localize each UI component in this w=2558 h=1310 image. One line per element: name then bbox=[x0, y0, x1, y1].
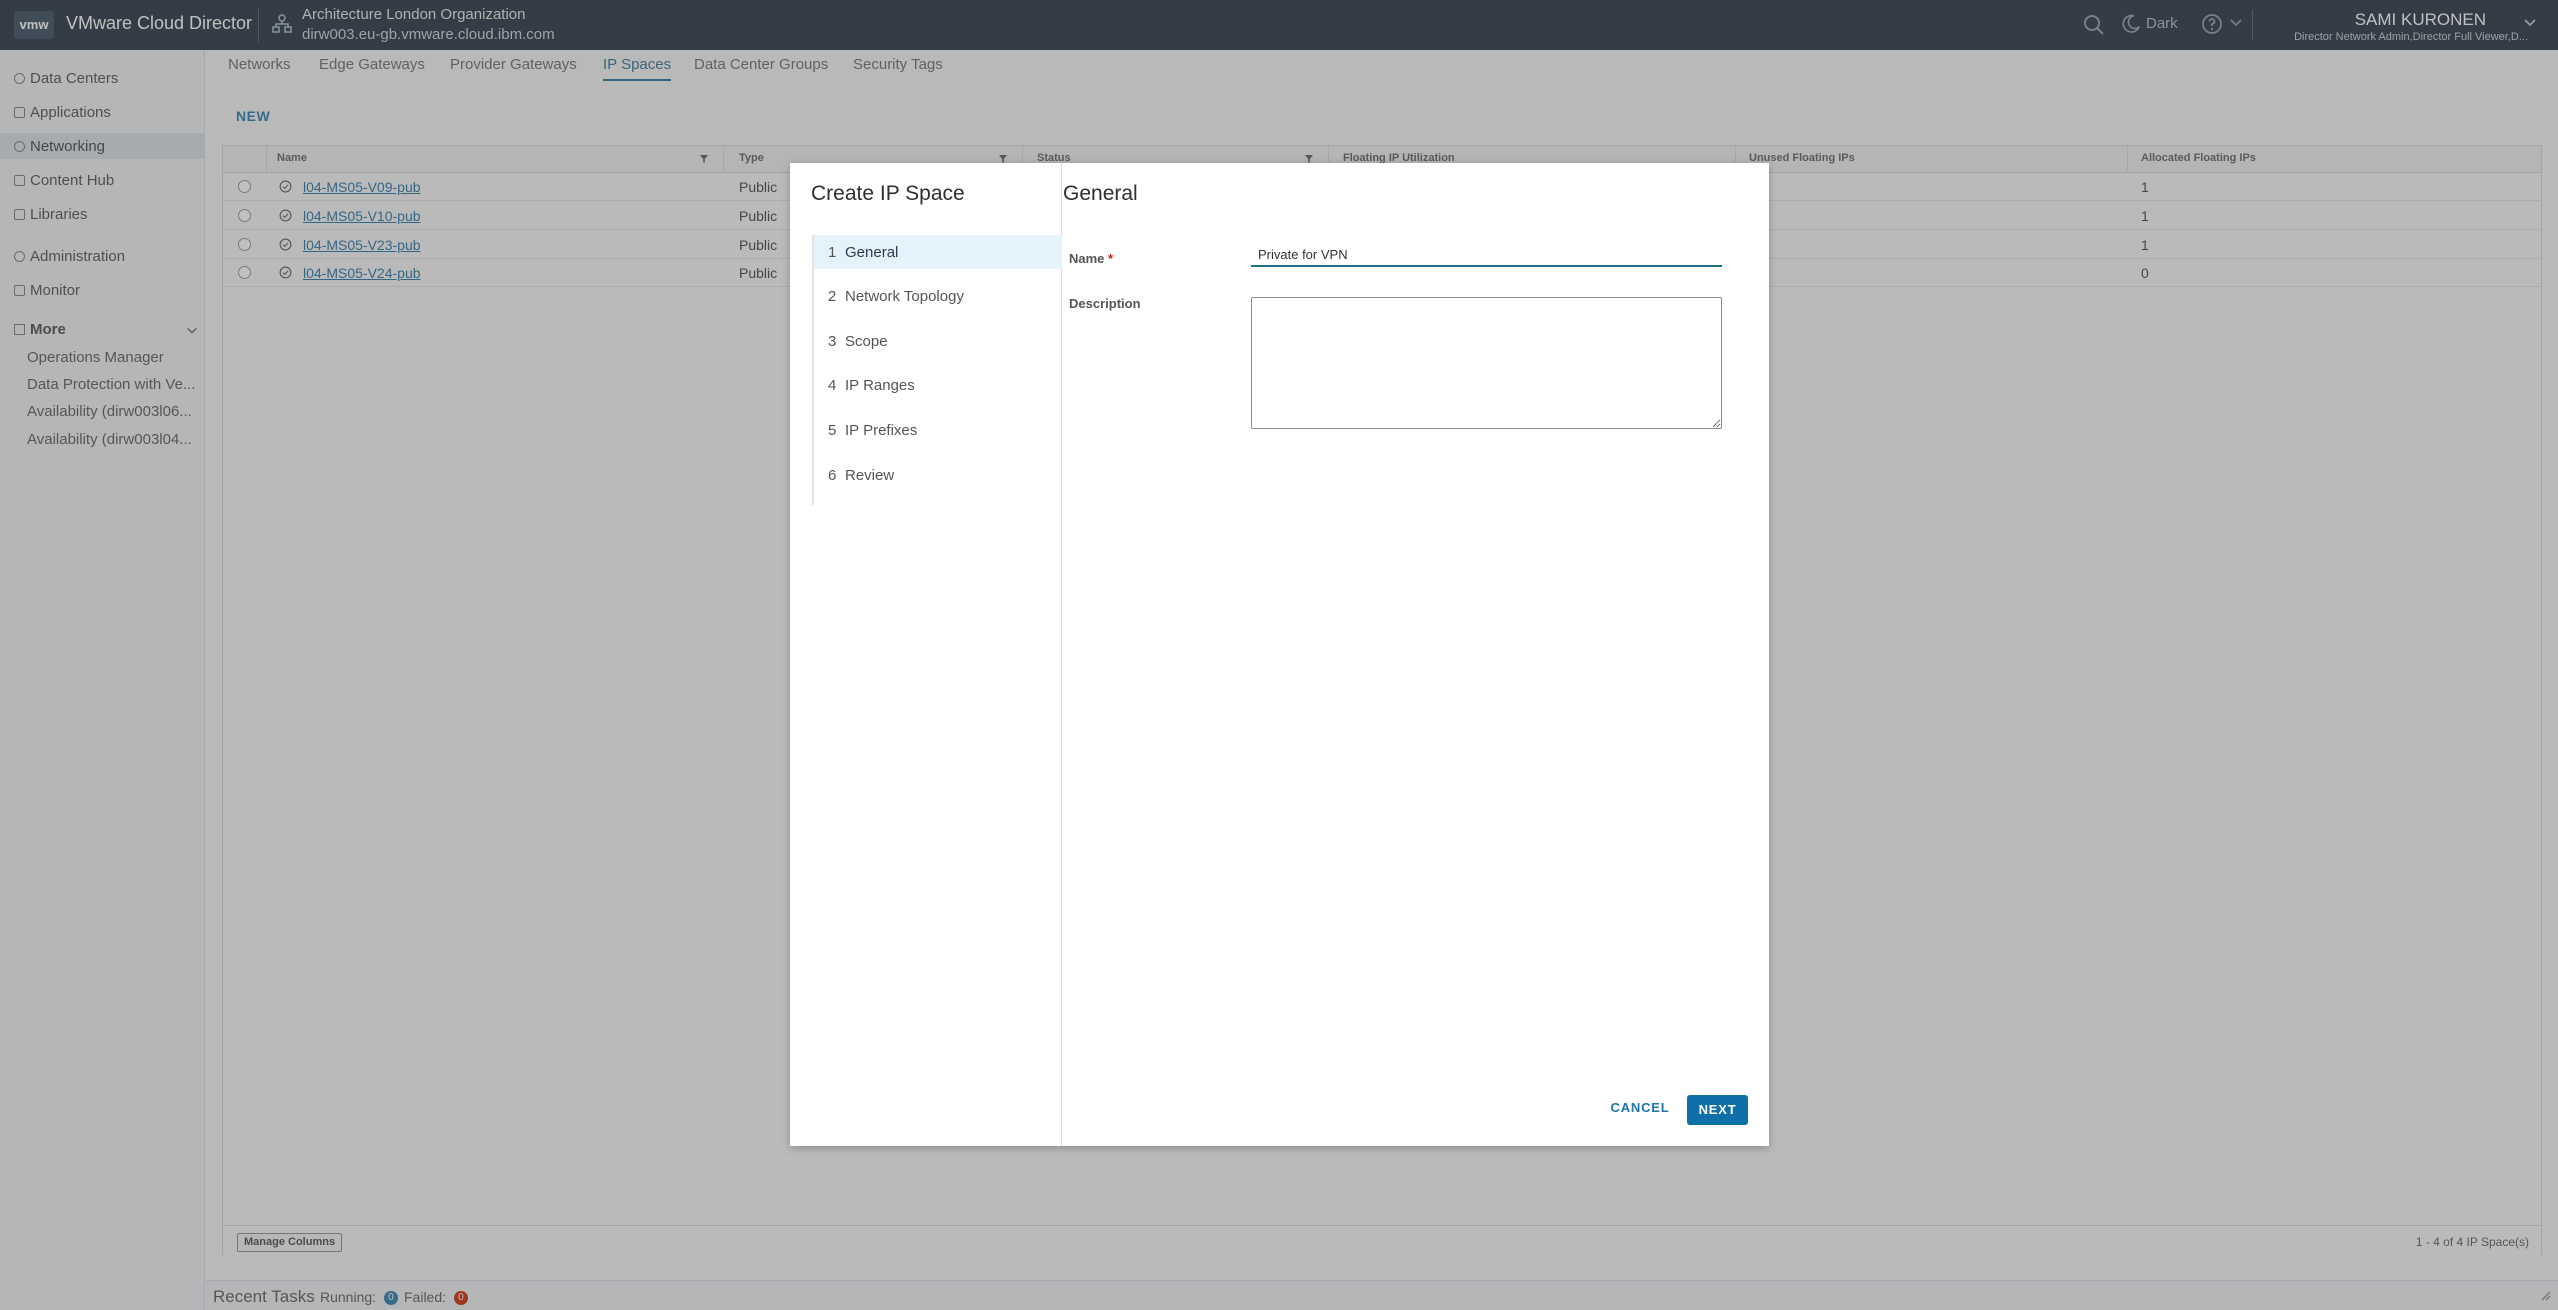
step-number: 1 bbox=[828, 243, 837, 261]
step-number: 5 bbox=[828, 421, 837, 439]
next-button[interactable]: NEXT bbox=[1687, 1095, 1748, 1125]
description-textarea[interactable] bbox=[1251, 297, 1722, 429]
step-label: IP Prefixes bbox=[845, 421, 918, 439]
wizard-step-network-topology[interactable]: 2 Network Topology bbox=[814, 279, 1062, 313]
wizard-steps: 1 General 2 Network Topology 3 Scope 4 I… bbox=[812, 235, 1062, 505]
required-marker: * bbox=[1108, 251, 1114, 266]
name-field-label: Name * bbox=[1069, 251, 1113, 266]
wizard-step-nav: Create IP Space 1 General 2 Network Topo… bbox=[790, 163, 1062, 1146]
step-number: 3 bbox=[828, 332, 837, 350]
step-label: Review bbox=[845, 466, 895, 484]
create-ip-space-wizard: Create IP Space 1 General 2 Network Topo… bbox=[790, 163, 1769, 1146]
wizard-step-general[interactable]: 1 General bbox=[814, 235, 1062, 269]
wizard-step-review[interactable]: 6 Review bbox=[814, 458, 1062, 492]
step-number: 6 bbox=[828, 466, 837, 484]
wizard-step-ip-ranges[interactable]: 4 IP Ranges bbox=[814, 368, 1062, 402]
wizard-step-scope[interactable]: 3 Scope bbox=[814, 324, 1062, 358]
cancel-button[interactable]: CANCEL bbox=[1610, 1095, 1670, 1121]
name-label-text: Name bbox=[1069, 251, 1105, 266]
step-label: General bbox=[845, 243, 899, 261]
wizard-title: Create IP Space bbox=[811, 182, 965, 205]
wizard-step-ip-prefixes[interactable]: 5 IP Prefixes bbox=[814, 413, 1062, 447]
step-title: General bbox=[1063, 182, 1138, 205]
wizard-content: General Name * Description bbox=[1063, 163, 1769, 1146]
name-input[interactable] bbox=[1251, 243, 1722, 267]
step-label: IP Ranges bbox=[845, 376, 915, 394]
step-label: Network Topology bbox=[845, 287, 964, 305]
step-number: 4 bbox=[828, 376, 837, 394]
step-number: 2 bbox=[828, 287, 837, 305]
description-field-label: Description bbox=[1069, 296, 1141, 311]
step-label: Scope bbox=[845, 332, 888, 350]
